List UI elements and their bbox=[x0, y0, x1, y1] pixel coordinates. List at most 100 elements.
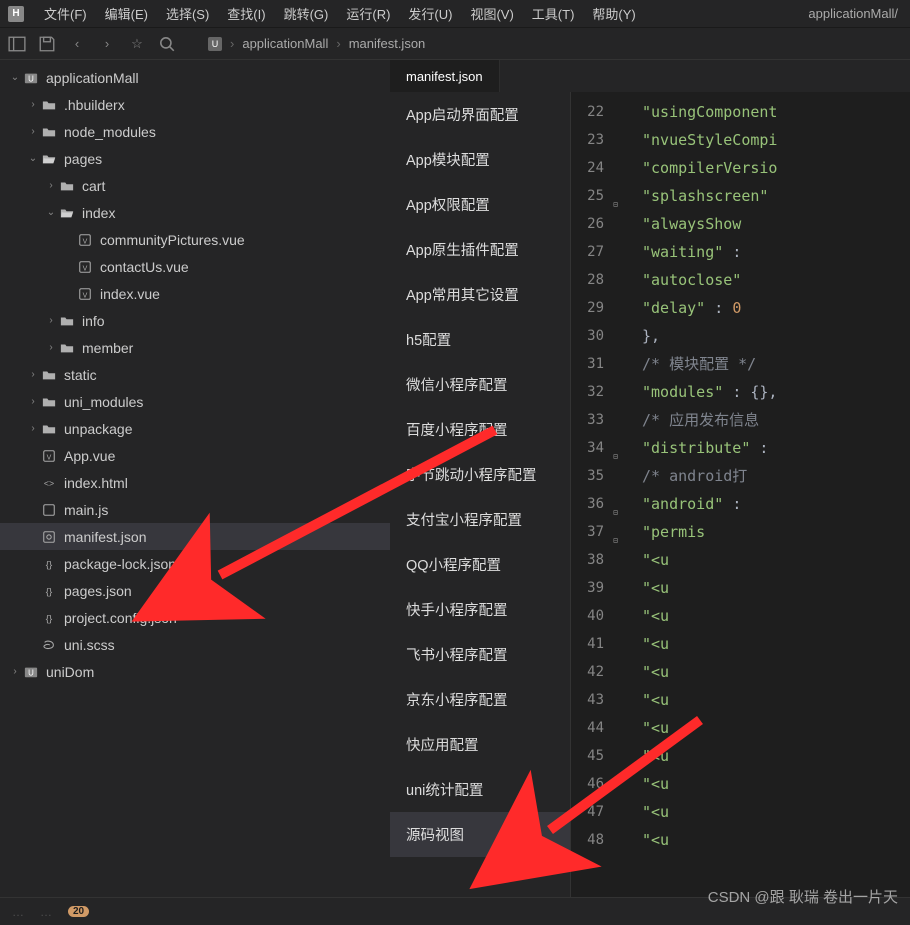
code-line[interactable]: "distribute" : bbox=[634, 434, 910, 462]
tree-item-info[interactable]: ›info bbox=[0, 307, 390, 334]
chevron-icon[interactable]: › bbox=[26, 126, 40, 137]
settings-nav-item[interactable]: h5配置 bbox=[390, 317, 570, 362]
settings-nav-item[interactable]: 百度小程序配置 bbox=[390, 407, 570, 452]
menu-edit[interactable]: 编辑(E) bbox=[99, 2, 154, 25]
chevron-icon[interactable]: › bbox=[44, 342, 58, 353]
code-line[interactable]: "<u bbox=[634, 546, 910, 574]
settings-nav-item[interactable]: 源码视图 bbox=[390, 812, 570, 857]
tree-item-pages-json[interactable]: {}pages.json bbox=[0, 577, 390, 604]
menu-publish[interactable]: 发行(U) bbox=[402, 2, 458, 25]
tree-item-static[interactable]: ›static bbox=[0, 361, 390, 388]
settings-nav-item[interactable]: App常用其它设置 bbox=[390, 272, 570, 317]
tree-item-communitypictures-vue[interactable]: VcommunityPictures.vue bbox=[0, 226, 390, 253]
save-icon[interactable] bbox=[38, 35, 56, 53]
menu-run[interactable]: 运行(R) bbox=[340, 2, 396, 25]
tree-item-uni-modules[interactable]: ›uni_modules bbox=[0, 388, 390, 415]
tab-manifest[interactable]: manifest.json bbox=[390, 60, 500, 92]
code-line[interactable]: "alwaysShow bbox=[634, 210, 910, 238]
chevron-icon[interactable]: ⌄ bbox=[8, 72, 22, 83]
menu-goto[interactable]: 跳转(G) bbox=[278, 2, 335, 25]
tree-item-index-html[interactable]: <>index.html bbox=[0, 469, 390, 496]
tree-item-project-config-json[interactable]: {}project.config.json bbox=[0, 604, 390, 631]
code-line[interactable]: "waiting" : bbox=[634, 238, 910, 266]
tree-item--hbuilderx[interactable]: ›.hbuilderx bbox=[0, 91, 390, 118]
menu-tools[interactable]: 工具(T) bbox=[526, 2, 581, 25]
settings-nav-item[interactable]: App模块配置 bbox=[390, 137, 570, 182]
tree-item-package-lock-json[interactable]: {}package-lock.json bbox=[0, 550, 390, 577]
fold-icon[interactable]: ⊟ bbox=[608, 443, 618, 453]
chevron-icon[interactable]: › bbox=[26, 423, 40, 434]
settings-nav-item[interactable]: App权限配置 bbox=[390, 182, 570, 227]
code-line[interactable]: }, bbox=[634, 322, 910, 350]
code-line[interactable]: "<u bbox=[634, 742, 910, 770]
tree-item-contactus-vue[interactable]: VcontactUs.vue bbox=[0, 253, 390, 280]
tree-item-uni-scss[interactable]: uni.scss bbox=[0, 631, 390, 658]
search-icon[interactable] bbox=[158, 35, 176, 53]
menu-select[interactable]: 选择(S) bbox=[160, 2, 215, 25]
fold-icon[interactable]: ⊟ bbox=[608, 527, 618, 537]
chevron-icon[interactable]: › bbox=[44, 315, 58, 326]
tree-item-cart[interactable]: ›cart bbox=[0, 172, 390, 199]
settings-nav-item[interactable]: 京东小程序配置 bbox=[390, 677, 570, 722]
code-line[interactable]: "<u bbox=[634, 826, 910, 854]
chevron-icon[interactable]: › bbox=[26, 99, 40, 110]
settings-nav-item[interactable]: 快应用配置 bbox=[390, 722, 570, 767]
settings-nav-item[interactable]: QQ小程序配置 bbox=[390, 542, 570, 587]
code-line[interactable]: "android" : bbox=[634, 490, 910, 518]
code-line[interactable]: "compilerVersio bbox=[634, 154, 910, 182]
chevron-icon[interactable]: ⌄ bbox=[26, 153, 40, 164]
tree-item-unidom[interactable]: ›UuniDom bbox=[0, 658, 390, 685]
chevron-icon[interactable]: › bbox=[8, 666, 22, 677]
tree-item-index[interactable]: ⌄index bbox=[0, 199, 390, 226]
fold-icon[interactable]: ⊟ bbox=[608, 499, 618, 509]
tree-item-applicationmall[interactable]: ⌄UapplicationMall bbox=[0, 64, 390, 91]
settings-nav-item[interactable]: 微信小程序配置 bbox=[390, 362, 570, 407]
star-icon[interactable]: ☆ bbox=[128, 35, 146, 53]
tree-item-node-modules[interactable]: ›node_modules bbox=[0, 118, 390, 145]
tree-item-main-js[interactable]: main.js bbox=[0, 496, 390, 523]
settings-nav-item[interactable]: 支付宝小程序配置 bbox=[390, 497, 570, 542]
chevron-icon[interactable]: › bbox=[44, 180, 58, 191]
settings-nav-item[interactable]: App启动界面配置 bbox=[390, 92, 570, 137]
tree-item-index-vue[interactable]: Vindex.vue bbox=[0, 280, 390, 307]
chevron-icon[interactable]: ⌄ bbox=[44, 207, 58, 218]
tree-item-app-vue[interactable]: VApp.vue bbox=[0, 442, 390, 469]
code-line[interactable]: "<u bbox=[634, 574, 910, 602]
code-line[interactable]: "<u bbox=[634, 630, 910, 658]
code-line[interactable]: /* 应用发布信息 bbox=[634, 406, 910, 434]
code-line[interactable]: "autoclose" bbox=[634, 266, 910, 294]
chevron-icon[interactable]: › bbox=[26, 369, 40, 380]
breadcrumb-file[interactable]: manifest.json bbox=[349, 36, 426, 51]
tree-item-member[interactable]: ›member bbox=[0, 334, 390, 361]
menu-find[interactable]: 查找(I) bbox=[221, 2, 271, 25]
nav-back-icon[interactable]: ‹ bbox=[68, 35, 86, 53]
code-line[interactable]: "<u bbox=[634, 714, 910, 742]
code-line[interactable]: "<u bbox=[634, 798, 910, 826]
code-line[interactable]: "nvueStyleCompi bbox=[634, 126, 910, 154]
code-line[interactable]: "<u bbox=[634, 658, 910, 686]
menu-file[interactable]: 文件(F) bbox=[38, 2, 93, 25]
code-line[interactable]: "permis bbox=[634, 518, 910, 546]
settings-nav-item[interactable]: 快手小程序配置 bbox=[390, 587, 570, 632]
settings-nav-item[interactable]: App原生插件配置 bbox=[390, 227, 570, 272]
settings-nav-item[interactable]: 字节跳动小程序配置 bbox=[390, 452, 570, 497]
breadcrumb-project[interactable]: applicationMall bbox=[242, 36, 328, 51]
tree-item-manifest-json[interactable]: manifest.json bbox=[0, 523, 390, 550]
code-line[interactable]: "delay" : 0 bbox=[634, 294, 910, 322]
code-line[interactable]: "modules" : {}, bbox=[634, 378, 910, 406]
settings-nav-item[interactable]: uni统计配置 bbox=[390, 767, 570, 812]
code-line[interactable]: "<u bbox=[634, 770, 910, 798]
fold-icon[interactable]: ⊟ bbox=[608, 191, 618, 201]
toggle-sidebar-icon[interactable] bbox=[8, 35, 26, 53]
code-line[interactable]: "<u bbox=[634, 686, 910, 714]
code-line[interactable]: "usingComponent bbox=[634, 98, 910, 126]
menu-view[interactable]: 视图(V) bbox=[464, 2, 519, 25]
nav-forward-icon[interactable]: › bbox=[98, 35, 116, 53]
code-line[interactable]: /* 模块配置 */ bbox=[634, 350, 910, 378]
code-line[interactable]: /* android打 bbox=[634, 462, 910, 490]
code-line[interactable]: "splashscreen" bbox=[634, 182, 910, 210]
tree-item-unpackage[interactable]: ›unpackage bbox=[0, 415, 390, 442]
chevron-icon[interactable]: › bbox=[26, 396, 40, 407]
tree-item-pages[interactable]: ⌄pages bbox=[0, 145, 390, 172]
code-line[interactable]: "<u bbox=[634, 602, 910, 630]
